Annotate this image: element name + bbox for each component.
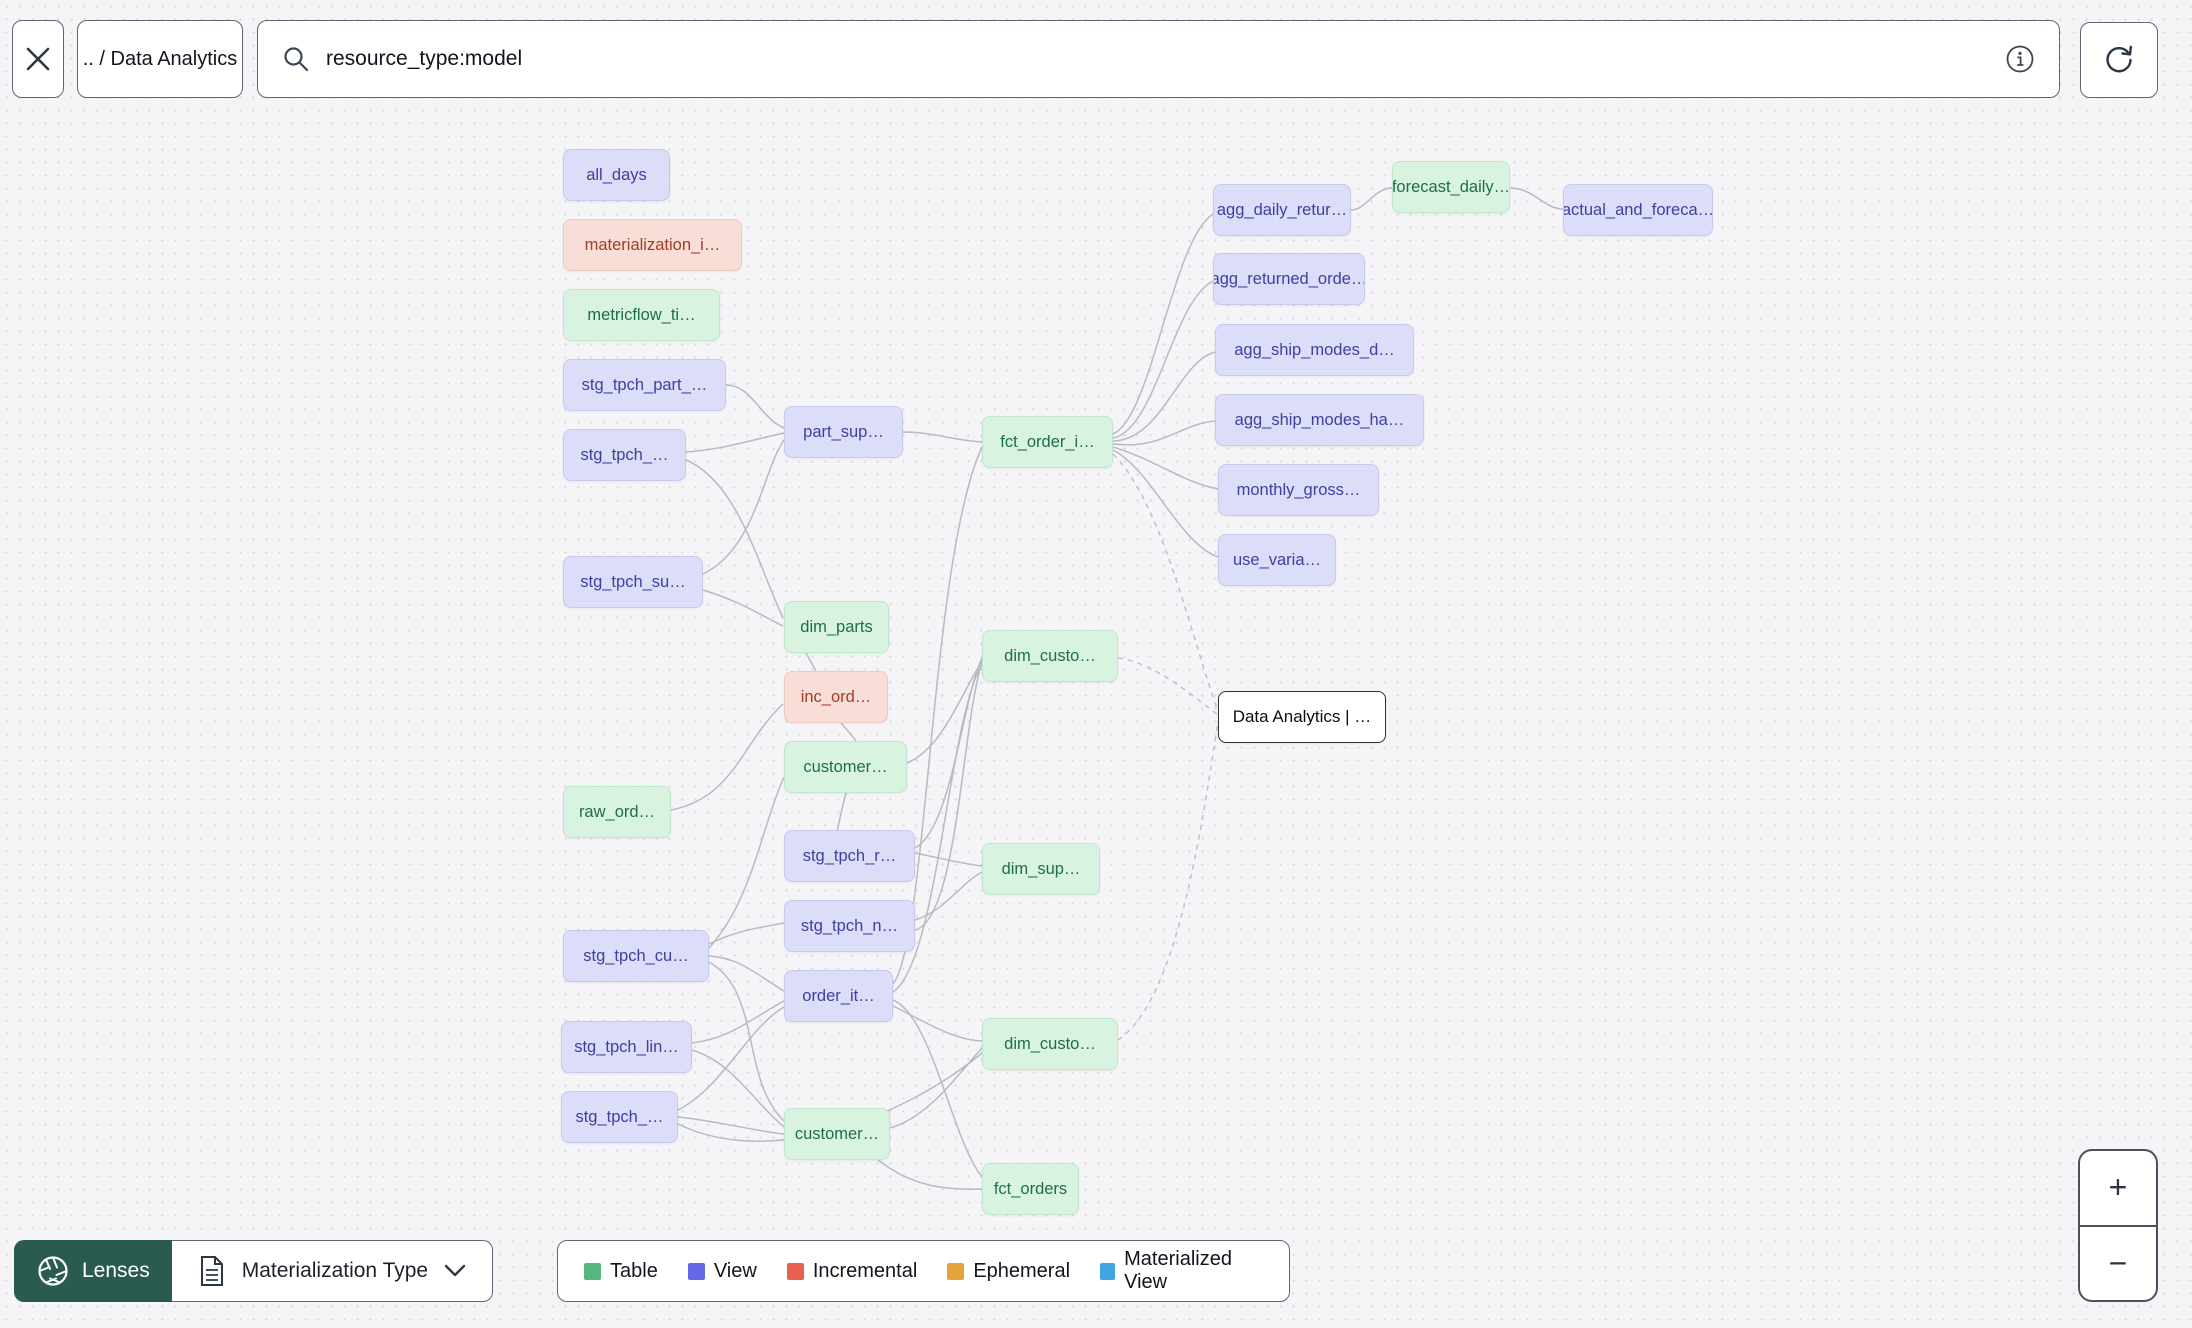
legend-swatch <box>584 1262 601 1280</box>
lineage-edge <box>889 1047 983 1129</box>
lineage-edge <box>708 776 785 949</box>
node-fct_order_i[interactable]: fct_order_i… <box>982 416 1113 468</box>
lenses-button[interactable]: Lenses <box>14 1240 172 1302</box>
node-dim_custo_m[interactable]: dim_custo… <box>982 630 1118 682</box>
legend-label: View <box>713 1259 757 1282</box>
legend-swatch <box>786 1262 804 1280</box>
node-data_analytics[interactable]: Data Analytics | … <box>1218 691 1386 743</box>
lineage-edge <box>1117 721 1219 1041</box>
lineage-edge <box>877 1159 983 1190</box>
lineage-edge <box>702 439 785 575</box>
search-input[interactable] <box>326 47 1989 71</box>
node-use_varia[interactable]: use_varia… <box>1218 534 1336 586</box>
node-fct_orders[interactable]: fct_orders <box>982 1163 1079 1215</box>
lineage-edge <box>708 961 785 1122</box>
lineage-edge <box>1112 420 1216 446</box>
lineage-canvas[interactable]: all_days materialization_i… metricflow_ti…… <box>0 0 2192 1328</box>
lineage-edge <box>1112 446 1219 490</box>
document-icon <box>200 1256 223 1286</box>
node-all_days[interactable]: all_days <box>563 149 670 201</box>
lineage-edge <box>685 432 785 453</box>
node-stg_tpch_n[interactable]: stg_tpch_n… <box>784 900 915 952</box>
refresh-button[interactable] <box>2080 22 2158 98</box>
lineage-edge <box>702 589 784 627</box>
node-dim_parts[interactable]: dim_parts <box>784 601 889 653</box>
legend-label: Incremental <box>812 1259 918 1282</box>
node-raw_ord[interactable]: raw_ord… <box>563 786 671 838</box>
legend-item-materialized-view: Materialized View <box>1100 1248 1263 1294</box>
node-stg_tpch_su[interactable]: stg_tpch_su… <box>563 556 703 608</box>
node-stg_tpch_lin[interactable]: stg_tpch_lin… <box>561 1021 692 1073</box>
node-forecast_daily[interactable]: forecast_daily… <box>1392 161 1510 213</box>
node-order_it[interactable]: order_it… <box>784 970 893 1022</box>
lineage-edge <box>902 431 983 443</box>
node-agg_returned_orde[interactable]: agg_returned_orde… <box>1213 253 1365 305</box>
node-dim_custo_b[interactable]: dim_custo… <box>982 1018 1118 1070</box>
node-actual_and_foreca[interactable]: actual_and_foreca… <box>1563 184 1713 236</box>
lineage-graph: all_days materialization_i… metricflow_ti…… <box>0 0 2192 1328</box>
legend-item-incremental: Incremental <box>786 1259 918 1283</box>
lineage-edge <box>914 871 983 921</box>
lineage-edge <box>708 955 785 992</box>
node-stg_tpch_cu[interactable]: stg_tpch_cu… <box>563 930 709 982</box>
legend-swatch <box>1100 1262 1116 1280</box>
breadcrumb-label: .. / Data Analytics <box>82 47 238 70</box>
search-icon <box>284 47 309 72</box>
node-customer_b[interactable]: customer… <box>784 1108 890 1160</box>
node-agg_daily_retur[interactable]: agg_daily_retur… <box>1213 184 1351 236</box>
breadcrumb[interactable]: .. / Data Analytics <box>77 20 243 98</box>
legend-label: Ephemeral <box>973 1259 1071 1282</box>
node-inc_ord[interactable]: inc_ord… <box>784 671 888 723</box>
node-agg_ship_modes_d[interactable]: agg_ship_modes_d… <box>1215 324 1414 376</box>
lineage-edge <box>1509 187 1564 210</box>
node-monthly_gross[interactable]: monthly_gross… <box>1218 464 1379 516</box>
zoom-in-button[interactable]: + <box>2080 1151 2156 1225</box>
lineage-edge <box>1350 187 1393 211</box>
materialization-legend: Table View Incremental Ephemeral Materialize… <box>557 1240 1290 1302</box>
lineage-edge <box>691 1000 785 1044</box>
legend-item-ephemeral: Ephemeral <box>947 1260 1070 1283</box>
lineage-edge <box>805 652 817 672</box>
lineage-edge <box>691 1049 785 1128</box>
lineage-edge <box>1112 449 1219 558</box>
node-dim_sup[interactable]: dim_sup… <box>982 843 1100 895</box>
zoom-controls: + − <box>2078 1149 2158 1302</box>
search-bar[interactable] <box>257 20 2060 98</box>
node-part_sup[interactable]: part_sup… <box>784 406 903 458</box>
lineage-edge <box>906 660 983 764</box>
legend-item-table: Table <box>584 1260 658 1283</box>
node-agg_ship_modes_ha[interactable]: agg_ship_modes_ha… <box>1215 394 1424 446</box>
node-materialization_i[interactable]: materialization_i… <box>563 219 742 271</box>
legend-swatch <box>947 1262 965 1280</box>
close-icon <box>26 47 50 71</box>
legend-item-view: View <box>687 1259 757 1283</box>
lenses-label: Lenses <box>82 1259 150 1282</box>
lens-selected-label: Materialization Type <box>241 1259 429 1282</box>
node-customer_a[interactable]: customer… <box>784 741 907 793</box>
aperture-icon <box>38 1256 68 1286</box>
lineage-edge <box>1112 213 1214 435</box>
lineage-edge <box>1112 453 1219 712</box>
lens-bar: Lenses Materialization Type <box>14 1240 494 1302</box>
node-stg_tpch_b[interactable]: stg_tpch_… <box>561 1091 678 1143</box>
close-button[interactable] <box>12 20 64 98</box>
node-metricflow_ti[interactable]: metricflow_ti… <box>563 289 720 341</box>
node-stg_tpch_part[interactable]: stg_tpch_part_… <box>563 359 726 411</box>
node-stg_tpch_r[interactable]: stg_tpch_r… <box>784 830 915 882</box>
lineage-edge <box>725 384 785 429</box>
lineage-edge <box>1112 280 1214 439</box>
lens-selector[interactable]: Materialization Type <box>171 1240 494 1302</box>
zoom-out-button[interactable]: − <box>2080 1227 2156 1301</box>
legend-label: Table <box>610 1259 658 1282</box>
info-icon[interactable] <box>2005 44 2035 74</box>
lineage-edge <box>670 703 784 811</box>
node-stg_tpch_a[interactable]: stg_tpch_… <box>563 429 686 481</box>
lineage-edge <box>892 999 983 1178</box>
legend-label: Materialized View <box>1124 1248 1232 1293</box>
refresh-icon <box>2106 45 2132 73</box>
lineage-edge <box>840 722 857 742</box>
lineage-edge <box>677 1006 785 1111</box>
legend-swatch <box>687 1262 705 1280</box>
chevron-down-icon <box>444 1264 466 1277</box>
